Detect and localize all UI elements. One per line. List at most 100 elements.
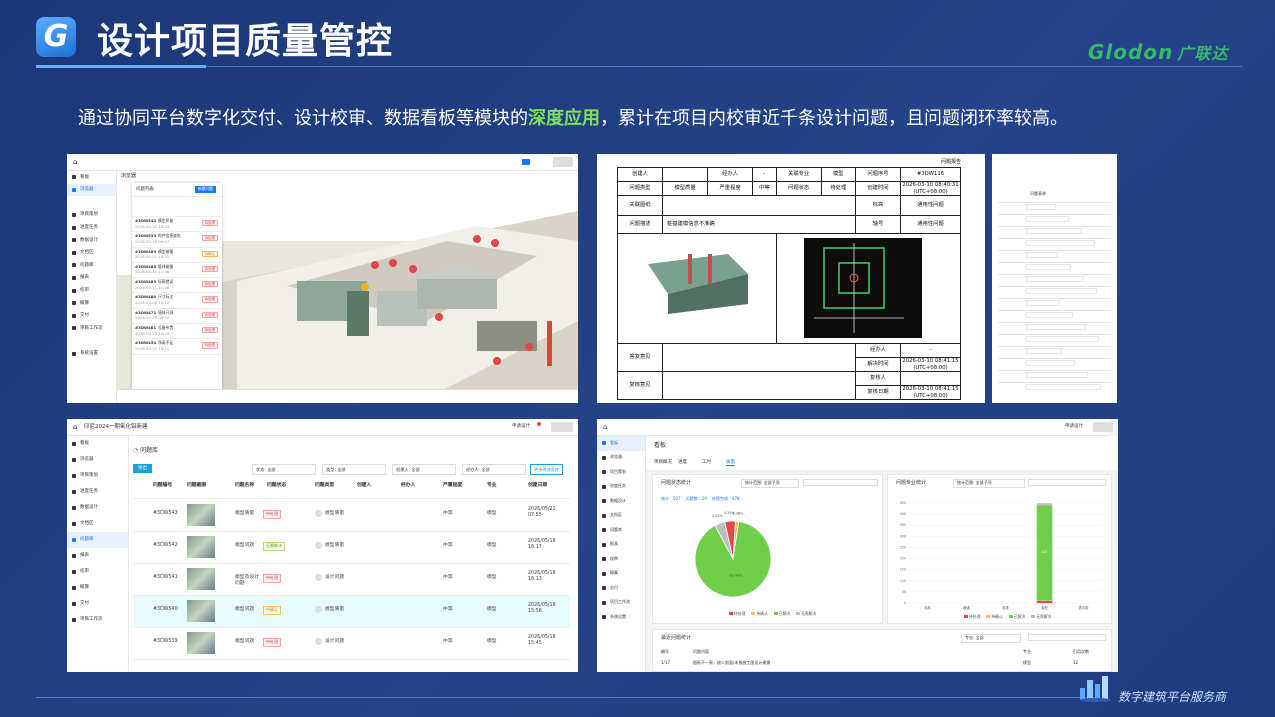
sidebar-item[interactable]: 浏览器 <box>67 183 116 197</box>
issue-list-item[interactable]: #3DW454 净高不足 2026-04-20 16:11 待处理 <box>132 339 222 355</box>
sidebar-item[interactable]: 问题库 <box>597 523 645 538</box>
filter-select[interactable]: 状态: 全部 <box>252 464 316 476</box>
issue-screenshot[interactable] <box>187 568 215 590</box>
column-header[interactable]: 问题名称 <box>235 483 254 501</box>
sidebar-item[interactable]: 进度任务 <box>67 484 128 500</box>
form-input[interactable] <box>1026 300 1060 306</box>
filter-select[interactable]: 创建人: 全部 <box>392 464 456 476</box>
sidebar-item[interactable]: 交付 <box>597 581 645 596</box>
sidebar-item[interactable]: 项目工作流 <box>597 596 645 611</box>
table-row[interactable]: #3DW542 模型问题 无需解决 模型质量 中等 模型 2026/05/18 16:17 <box>133 532 570 564</box>
sidebar-item[interactable]: 系统设置 <box>67 347 116 360</box>
form-input[interactable] <box>1026 240 1095 246</box>
issue-list-item[interactable]: #3DW471 墙体开洞 2026-04-28 09:50 待处理 <box>132 309 222 325</box>
sidebar-item[interactable]: 文档区 <box>597 509 645 524</box>
column-header[interactable]: 问题截图 <box>187 483 206 501</box>
bar-segment[interactable] <box>1036 600 1053 603</box>
viewer-tab[interactable]: 浏览器 <box>121 173 136 179</box>
sidebar-item[interactable]: 浏览器 <box>67 452 128 468</box>
issue-list-item[interactable]: #3DW488 管线碰撞 2026-05-11 11:48 待处理 <box>132 263 222 279</box>
status-scope-select[interactable]: 统计范围: 全部子项 <box>741 479 799 488</box>
sidebar-item[interactable]: 概算 <box>597 567 645 582</box>
issue-screenshot[interactable] <box>187 600 215 622</box>
table-row[interactable]: #3DW540 模型问题 待确认 模型质量 中等 模型 2026/05/18 15:56 <box>133 596 570 628</box>
home-icon[interactable]: ⌂ <box>603 423 607 431</box>
column-header[interactable]: 严重程度 <box>443 483 462 501</box>
app-switch-icon[interactable] <box>522 159 530 165</box>
sidebar-item[interactable]: 文档区 <box>67 247 116 260</box>
sidebar-item[interactable]: 项目策划 <box>67 209 116 222</box>
recent-discipline-select[interactable]: 专业: 全部 <box>961 634 1021 643</box>
form-input[interactable] <box>1026 264 1071 270</box>
sidebar-item[interactable]: 看板 <box>597 436 645 451</box>
sidebar-item[interactable]: 浏览器 <box>597 451 645 466</box>
sidebar-item[interactable]: 报表 <box>597 538 645 553</box>
status-date-range[interactable] <box>803 479 878 486</box>
form-input[interactable] <box>1026 216 1069 222</box>
sidebar-item[interactable]: 数据设计 <box>67 500 128 516</box>
sidebar-item[interactable]: 校审 <box>597 552 645 567</box>
new-issue-button[interactable]: 新建问题 <box>194 186 216 193</box>
sidebar-item[interactable]: 问题库 <box>67 259 116 272</box>
dashboard-tab[interactable]: 进度 <box>678 460 687 465</box>
discipline-scope-select[interactable]: 统计范围: 全部子项 <box>953 479 1025 488</box>
sidebar-item[interactable]: 交付 <box>67 596 128 612</box>
issue-screenshot[interactable] <box>187 632 215 654</box>
issue-list-item[interactable]: #3DW489 模型碰撞 2026-05-11 10:32 待确认 <box>132 248 222 263</box>
sidebar-item[interactable]: 报表 <box>67 548 128 564</box>
export-button[interactable]: 导出 <box>133 464 152 474</box>
sidebar-item[interactable]: 概算 <box>67 580 128 596</box>
issue-list-item[interactable]: #3DW533 构件信息缺失 2026-05-19 09:57 待处理 <box>132 232 222 248</box>
table-row[interactable]: #3DW543 模型质量 待处理 模型质量 中等 模型 2026/05/22 07:55 <box>133 500 570 532</box>
table-row[interactable]: #3DW541 模型及设计问题 待处理 设计问题 中等 模型 2026/05/18 16:1… <box>133 564 570 596</box>
column-header[interactable]: 经办人 <box>401 483 415 501</box>
user-role[interactable]: 申请设计 <box>1065 424 1083 429</box>
user-role[interactable]: 申请设计 <box>512 424 530 429</box>
form-input[interactable] <box>1026 348 1062 354</box>
sidebar-item[interactable]: 校审 <box>67 284 116 297</box>
form-input[interactable] <box>1026 312 1073 318</box>
sidebar-item[interactable]: 项目工作流 <box>67 322 116 335</box>
form-input[interactable] <box>1026 228 1082 234</box>
dashboard-tab[interactable]: 工时 <box>702 460 711 465</box>
sidebar-item[interactable]: 概算 <box>67 297 116 310</box>
dashboard-tab[interactable]: 项目概况 <box>654 460 672 465</box>
filter-select[interactable]: 类型: 全部 <box>322 464 386 476</box>
column-header[interactable]: 专业 <box>487 483 497 501</box>
home-icon[interactable]: ⌂ <box>73 423 77 431</box>
column-header[interactable]: 创建日期 <box>528 483 547 501</box>
sidebar-item[interactable]: 看板 <box>67 171 116 184</box>
bar-segment[interactable] <box>1036 503 1053 506</box>
sidebar-item[interactable]: 项目策划 <box>597 465 645 480</box>
avatar[interactable] <box>553 157 573 167</box>
form-input[interactable] <box>1026 288 1097 294</box>
filter-select[interactable]: 经办人: 全部 <box>462 464 526 476</box>
form-input[interactable] <box>1026 324 1086 330</box>
project-name[interactable]: 印尼2024一期氧化铝新建 <box>84 424 148 431</box>
more-filter-button[interactable]: 更多筛选条件 <box>530 464 564 476</box>
sidebar-item[interactable]: 校审 <box>67 564 128 580</box>
issue-screenshot[interactable] <box>187 504 215 526</box>
sidebar-item[interactable]: 交付 <box>67 310 116 323</box>
issue-screenshot[interactable] <box>187 536 215 558</box>
form-input[interactable] <box>1026 252 1058 258</box>
avatar[interactable] <box>551 422 573 432</box>
form-input[interactable] <box>1026 336 1099 342</box>
column-header[interactable]: 创建人 <box>357 483 371 501</box>
form-input[interactable] <box>1026 276 1084 282</box>
issue-list-item[interactable]: #3DW480 尺寸标注 2026-04-28 10:12 待处理 <box>132 293 222 309</box>
sidebar-item[interactable]: 项目工作流 <box>67 612 128 628</box>
sidebar-item[interactable]: 系统设置 <box>597 610 645 625</box>
dashboard-tab[interactable]: 质量 <box>726 460 735 467</box>
column-header[interactable]: 问题类型 <box>315 483 334 501</box>
sidebar-item[interactable]: 数据设计 <box>67 234 116 247</box>
issue-list-item[interactable]: #3DW543 模型质量 2026-05-22 10:23 待处理 <box>132 217 222 233</box>
issue-list-item[interactable]: #3DW461 设备布置 2026-04-22 10:04 待处理 <box>132 324 222 340</box>
home-icon[interactable]: ⌂ <box>73 158 77 166</box>
avatar[interactable] <box>1093 422 1113 432</box>
sidebar-item[interactable]: 数据设计 <box>597 494 645 509</box>
form-input[interactable] <box>1026 372 1088 378</box>
sidebar-item[interactable]: 进度任务 <box>597 480 645 495</box>
form-input[interactable] <box>1026 204 1056 210</box>
sidebar-item[interactable]: 项目策划 <box>67 468 128 484</box>
